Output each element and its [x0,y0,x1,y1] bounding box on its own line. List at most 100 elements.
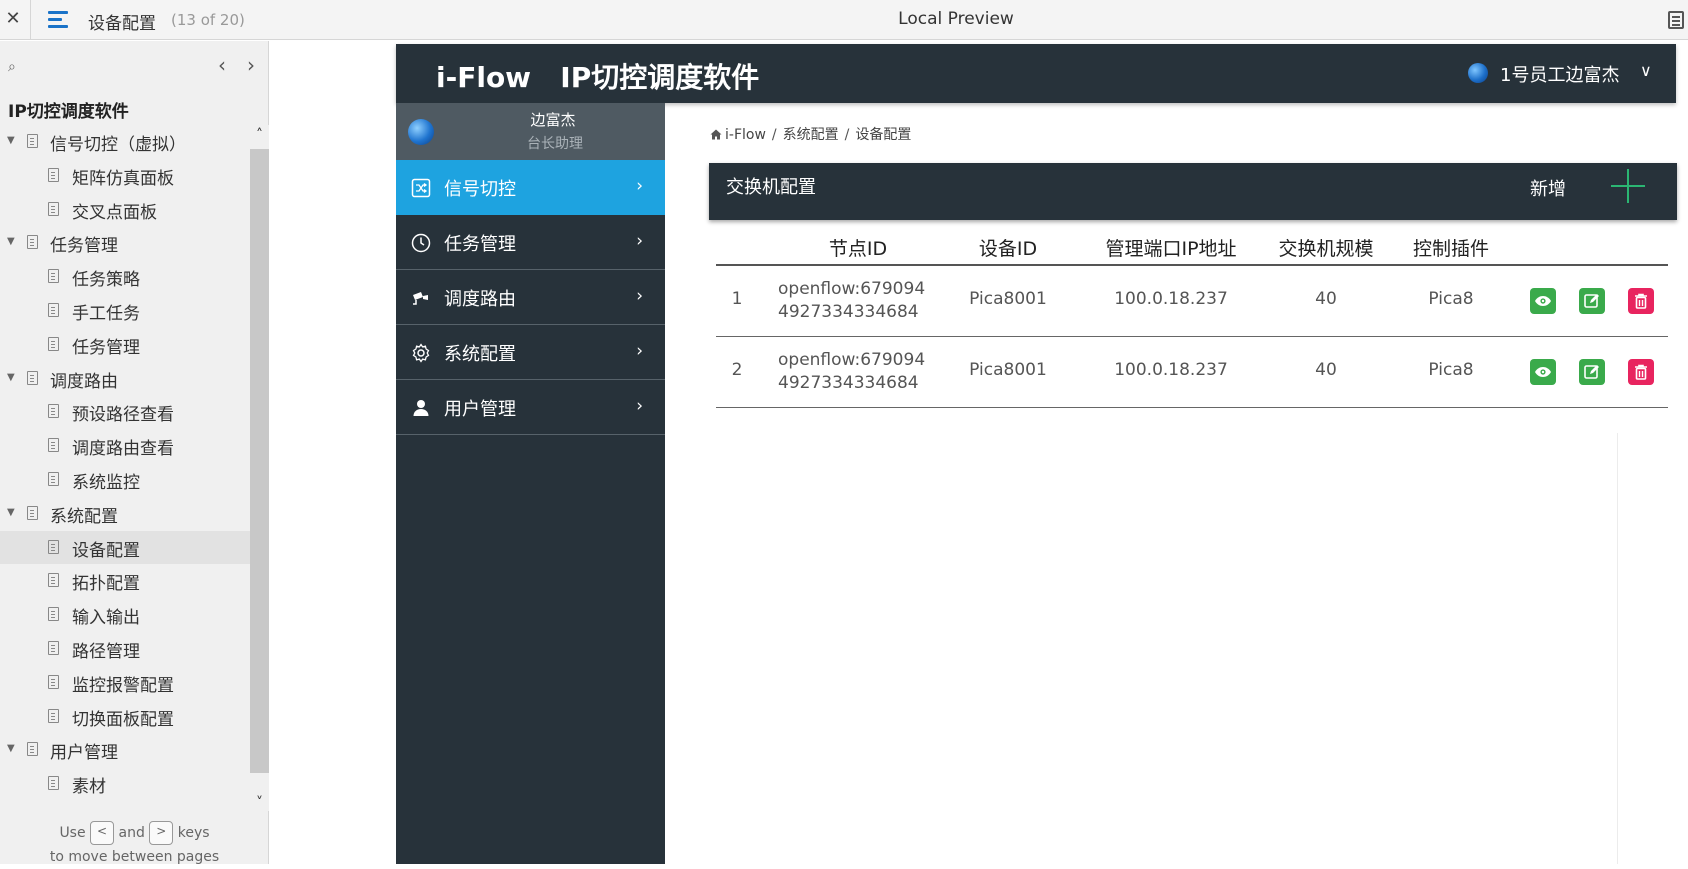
page-icon [27,370,38,385]
avatar [408,119,434,145]
page-icon [48,776,59,791]
user-menu-label[interactable]: 1号员工边富杰 [1500,61,1619,87]
outline-page[interactable]: 素材 [0,767,250,801]
scroll-down-icon[interactable]: ˅ [250,795,269,811]
view-button[interactable] [1530,288,1556,314]
outline-item-label: 设备配置 [72,540,140,561]
outline-scrollbar[interactable]: ˄ ˅ [250,125,269,811]
outline-page[interactable]: 设备配置 [0,530,250,565]
outline-page[interactable]: 系统监控 [0,463,250,497]
page-icon [48,201,59,216]
prev-page-button[interactable]: ‹ [212,53,232,77]
outline-page[interactable]: 切换面板配置 [0,700,250,734]
home-icon[interactable] [710,129,722,140]
outline-item-label: 系统配置 [50,506,118,527]
hint-line2: to move between pages [49,849,220,865]
table-row: 2 openflow:679094 4927334334684 Pica8001 … [716,337,1668,408]
control-plugin-cell: Pica8 [1428,360,1474,380]
scrollbar-thumb[interactable] [250,149,269,773]
switch-scale-cell: 40 [1315,360,1337,380]
nav-item-dispatch-routing[interactable]: 调度路由 › [396,270,665,325]
preview-toolbar: ✕ 设备配置 (13 of 20) Local Preview [0,0,1688,40]
search-icon[interactable]: ⌕ [8,59,16,75]
outline-list: ▼ 信号切控（虚拟） 矩阵仿真面板交叉点面板 ▼ 任务管理任务策略手工任务 任务管理 ▼ 调度… [0,125,250,805]
switch-config-panel-header: 交换机配置 新增 [709,163,1677,220]
outline-page[interactable]: 路径管理 [0,632,250,666]
outline-item-label: 任务策略 [72,270,140,291]
nav-item-user-management[interactable]: 用户管理 › [396,380,665,435]
chevron-right-icon: › [636,176,643,196]
chevron-down-icon[interactable]: ∨ [1640,61,1652,80]
table-row: 1 openflow:679094 4927334334684 Pica8001 … [716,266,1668,337]
delete-button[interactable] [1628,288,1654,314]
outline-page[interactable]: 任务管理 [0,328,250,362]
expand-triangle-icon[interactable]: ▼ [7,743,15,754]
edit-icon [1584,294,1599,308]
outline-item-label: 切换面板配置 [72,709,174,730]
breadcrumb-separator: / [844,127,850,143]
outline-item-label: 素材 [72,777,106,798]
add-plus-icon[interactable] [1611,169,1645,203]
outline-section[interactable]: ▼ 系统配置 [0,497,250,531]
nav-item-signal-switch[interactable]: 信号切控 › [396,160,665,215]
gear-icon [412,343,430,363]
outline-page[interactable]: 矩阵仿真面板 [0,159,250,193]
outline-page[interactable]: 调度路由查看 [0,429,250,463]
node-id-line1: openflow:679094 [778,279,926,299]
outline-section[interactable]: ▼ 任务管理 [0,226,250,260]
edit-button[interactable] [1579,288,1605,314]
panel-title: 交换机配置 [726,177,816,198]
device-id-cell: Pica8001 [969,360,1047,380]
mgmt-ip-cell: 100.0.18.237 [1114,289,1228,309]
expand-triangle-icon[interactable]: ▼ [7,372,15,383]
outline-page[interactable]: 输入输出 [0,598,250,632]
nav-label: 任务管理 [444,234,516,255]
app-sidebar: 边富杰 台长助理 信号切控 › 任务管理 › 调度路由 › 系统配置 › 用户管… [396,103,665,864]
page-icon [48,269,59,284]
outline-page[interactable]: 拓扑配置 [0,564,250,598]
add-label[interactable]: 新增 [1530,175,1566,201]
nav-item-task-management[interactable]: 任务管理 › [396,215,665,270]
trash-icon [1635,364,1647,380]
edit-button[interactable] [1579,359,1605,385]
outline-page[interactable]: 任务策略 [0,260,250,294]
column-header-mgmt-ip: 管理端口IP地址 [1105,238,1237,260]
edit-icon [1584,365,1599,379]
outline-item-label: 调度路由 [50,371,118,392]
outline-item-label: 拓扑配置 [72,574,140,595]
eye-icon [1535,296,1551,306]
outline-toggle-icon[interactable] [1668,11,1684,29]
breadcrumb-home[interactable]: i-Flow [725,127,766,143]
outline-page[interactable]: 预设路径查看 [0,395,250,429]
page-icon [48,302,59,317]
outline-section[interactable]: ▼ 信号切控（虚拟） [0,125,250,159]
next-page-button[interactable]: › [241,53,261,77]
user-avatar-icon[interactable] [1468,63,1488,83]
page-icon [48,674,59,689]
node-id-line2: 4927334334684 [778,302,919,322]
outline-page[interactable]: 监控报警配置 [0,666,250,700]
nav-item-system-config[interactable]: 系统配置 › [396,325,665,380]
expand-triangle-icon[interactable]: ▼ [7,135,15,146]
outline-page[interactable]: 交叉点面板 [0,193,250,227]
outline-page[interactable]: 手工任务 [0,294,250,328]
breadcrumb-system-config[interactable]: 系统配置 [783,127,839,143]
preview-title: Local Preview [898,9,1014,29]
expand-triangle-icon[interactable]: ▼ [7,507,15,518]
breadcrumb-separator: / [771,127,777,143]
delete-button[interactable] [1628,359,1654,385]
scroll-up-icon[interactable]: ˄ [250,127,269,143]
next-key-icon: > [149,821,174,845]
outline-section[interactable]: ▼ 用户管理 [0,733,250,767]
column-header-node-id: 节点ID [828,238,888,260]
view-button[interactable] [1530,359,1556,385]
page-icon [48,708,59,723]
outline-item-label: 交叉点面板 [72,202,157,223]
profile-role: 台长助理 [527,136,583,152]
outline-root-title[interactable]: IP切控调度软件 [8,97,129,122]
outline-section[interactable]: ▼ 调度路由 [0,362,250,396]
expand-triangle-icon[interactable]: ▼ [7,236,15,247]
nav-label: 系统配置 [444,344,516,365]
outline-item-label: 输入输出 [72,608,140,629]
nav-label: 调度路由 [444,289,516,310]
